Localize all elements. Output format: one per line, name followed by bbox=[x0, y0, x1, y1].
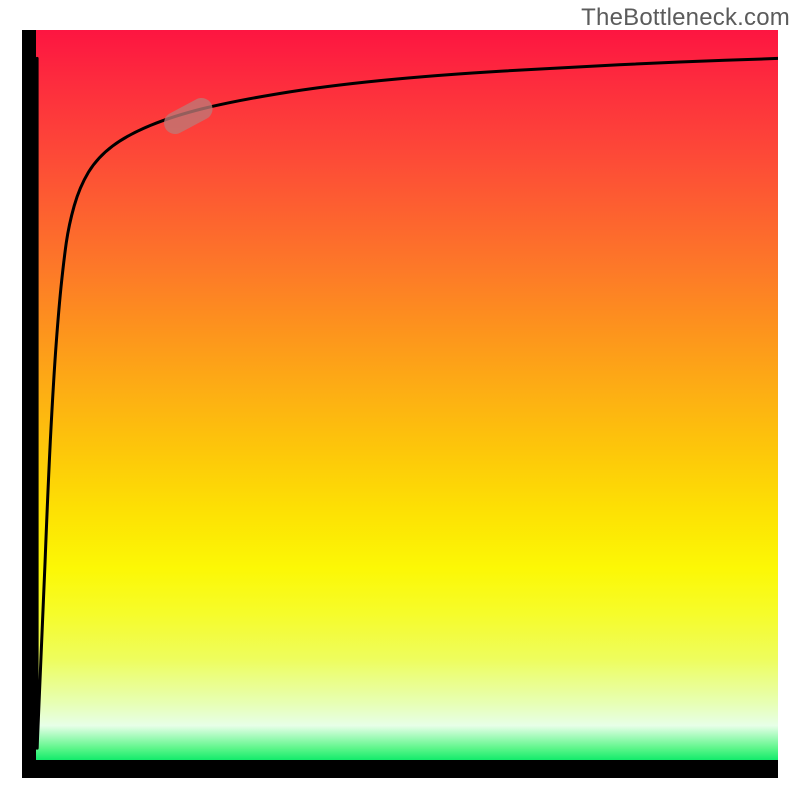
plot-area bbox=[22, 30, 778, 778]
watermark-text: TheBottleneck.com bbox=[581, 4, 790, 32]
highlight-marker bbox=[160, 94, 216, 138]
chart-wrapper: TheBottleneck.com bbox=[0, 0, 800, 800]
curve-layer-svg bbox=[22, 30, 778, 778]
bottleneck-curve-path bbox=[37, 58, 778, 748]
